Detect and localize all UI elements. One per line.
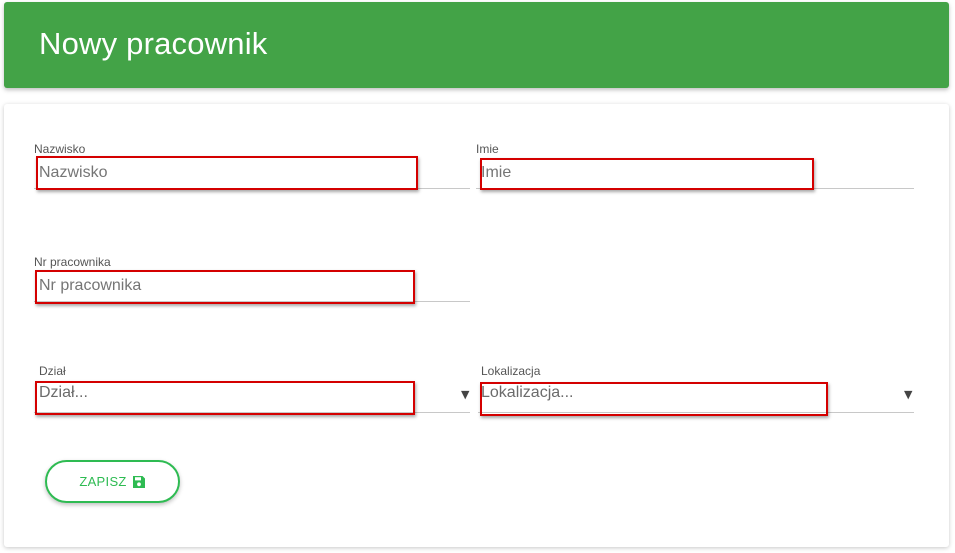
imie-field: Imie (476, 142, 914, 190)
nazwisko-highlight (36, 156, 418, 190)
save-button-label: ZAPISZ (79, 474, 127, 489)
dzial-highlight (35, 381, 415, 415)
nazwisko-field: Nazwisko (34, 142, 470, 190)
imie-label: Imie (476, 142, 499, 156)
nr-pracownika-field: Nr pracownika (34, 255, 470, 304)
nr-pracownika-highlight (35, 270, 415, 304)
dzial-label: Dział (39, 364, 66, 378)
lokalizacja-select[interactable]: Lokalizacja Lokalizacja... ▼ (478, 364, 914, 416)
save-button[interactable]: ZAPISZ (45, 460, 180, 503)
lokalizacja-label: Lokalizacja (481, 364, 541, 378)
page-title: Nowy pracownik (39, 26, 268, 61)
floppy-disk-icon (132, 475, 146, 489)
page-header: Nowy pracownik (4, 2, 949, 88)
nr-pracownika-label: Nr pracownika (34, 255, 111, 269)
chevron-down-icon[interactable]: ▼ (461, 388, 469, 401)
form-card: Nazwisko Imie Nr pracownika Dział Dział.… (4, 104, 949, 547)
dzial-select[interactable]: Dział Dział... ▼ (34, 364, 470, 415)
imie-highlight (480, 158, 814, 190)
nazwisko-label: Nazwisko (34, 142, 86, 156)
chevron-down-icon[interactable]: ▼ (904, 388, 912, 401)
lokalizacja-highlight (480, 382, 828, 416)
